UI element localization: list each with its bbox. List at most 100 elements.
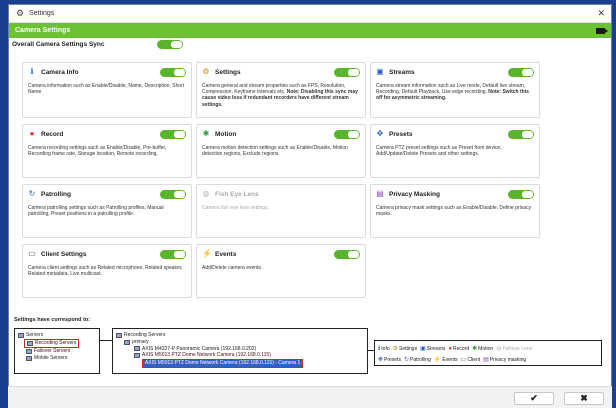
recording-servers-tree: Recording Servers primary AXIS M4327-P P… <box>112 328 368 374</box>
card-privacy-masking: ▤ Privacy Masking Camera privacy mask se… <box>370 184 540 238</box>
camera-info-toggle[interactable] <box>160 67 186 77</box>
legend-streams: ▣ Streams <box>420 345 445 353</box>
fish-eye-icon: ◍ <box>202 189 210 198</box>
legend-label: Fisheye Lens <box>502 345 533 352</box>
server-icon <box>26 356 32 361</box>
server-icon <box>27 341 33 346</box>
patrolling-toggle[interactable] <box>160 189 186 199</box>
presets-toggle[interactable] <box>508 129 534 139</box>
window-title: Settings <box>29 10 55 17</box>
events-icon: ⚡ <box>202 249 212 258</box>
card-title: Motion <box>215 130 237 138</box>
card-description: Camera privacy mask settings such as Ena… <box>376 205 532 218</box>
legend-fisheye: ◍ Fisheye Lens <box>496 345 533 353</box>
server-icon <box>26 349 32 354</box>
card-title: Streams <box>389 68 415 76</box>
card-description: Camera motion detection settings such as… <box>202 145 348 158</box>
close-icon[interactable]: ✕ <box>597 8 605 19</box>
tree-item-camera-1[interactable]: AXIS M5013 PTZ Dome Network Camera (192.… <box>116 359 364 368</box>
streams-icon: ▣ <box>376 67 384 76</box>
record-toggle[interactable] <box>160 129 186 139</box>
card-description: Camera patrolling settings such as Patro… <box>28 205 164 218</box>
legend-row: ✥ Presets ↻ Patrolling ⚡ Events ▭ Client ▤ Pr… <box>378 354 598 365</box>
legend-label: Privacy masking <box>489 356 527 363</box>
card-title: Record <box>41 130 64 138</box>
presets-icon: ✥ <box>378 357 384 363</box>
ok-button[interactable]: ✔ <box>514 392 554 405</box>
overall-sync-row: Overall Camera Settings Sync <box>12 40 183 49</box>
card-description: Camera information such as Enable/Disabl… <box>28 83 185 96</box>
card-title: Fish Eye Lens <box>215 190 259 198</box>
streams-toggle[interactable] <box>508 67 534 77</box>
card-description: Camera fish eye lens settings. <box>202 205 269 211</box>
tree-item-recording-servers-root[interactable]: Recording Servers <box>116 332 364 339</box>
motion-icon: ✱ <box>202 129 210 138</box>
settings-legend: ℹ Info ⚙ Settings ▣ Streams ● Record ✱ Motion… <box>374 340 602 366</box>
card-description: Camera recording settings such as Enable… <box>28 145 167 158</box>
privacy-mask-icon: ▤ <box>483 357 489 363</box>
card-title: Presets <box>389 130 413 138</box>
video-camera-icon <box>596 27 608 34</box>
legend-client: ▭ Client <box>461 356 481 364</box>
server-icon <box>18 333 24 338</box>
card-client-settings: ▭ Client Settings Camera client settings… <box>22 244 192 298</box>
header-title: Camera Settings <box>15 27 71 34</box>
tree-label: AXIS M4327-P Panoramic Camera (192.168.0… <box>142 345 257 352</box>
highlight-box: AXIS M5013 PTZ Dome Network Camera (192.… <box>142 359 304 368</box>
camera-icon <box>134 353 140 359</box>
legend-privacy-masking: ▤ Privacy masking <box>483 356 527 364</box>
card-title: Settings <box>215 68 241 76</box>
cancel-button[interactable]: ✖ <box>564 392 604 405</box>
card-record: ● Record Camera recording settings such … <box>22 124 192 178</box>
overall-sync-label: Overall Camera Settings Sync <box>12 41 105 48</box>
card-description: Add/Delete camera events. <box>202 265 263 271</box>
motion-toggle[interactable] <box>334 129 360 139</box>
tree-item-failover-servers[interactable]: Failover Servers <box>18 348 96 355</box>
overall-sync-toggle[interactable] <box>156 40 183 49</box>
card-streams: ▣ Streams Camera stream information such… <box>370 62 540 118</box>
patrolling-icon: ↻ <box>28 189 36 198</box>
highlight-box: Recording Servers <box>24 339 80 348</box>
gear-icon: ⚙ <box>202 67 210 76</box>
card-motion: ✱ Motion Camera motion detection setting… <box>196 124 366 178</box>
tree-item-recording-servers[interactable]: Recording Servers <box>18 339 96 348</box>
server-icon <box>124 339 130 345</box>
tree-item-servers[interactable]: Servers <box>18 332 96 339</box>
card-events: ⚡ Events Add/Delete camera events. <box>196 244 366 298</box>
card-title: Patrolling <box>41 190 71 198</box>
legend-presets: ✥ Presets <box>378 356 401 364</box>
card-title: Camera Info <box>41 68 79 76</box>
presets-icon: ✥ <box>376 129 384 138</box>
camera-icon <box>134 346 140 352</box>
gear-icon: ⚙ <box>392 346 399 352</box>
info-icon: ℹ <box>30 67 34 76</box>
events-toggle[interactable] <box>334 249 360 259</box>
card-description: Camera stream information such as Live m… <box>376 83 534 102</box>
tree-item-camera-panoramic[interactable]: AXIS M4327-P Panoramic Camera (192.168.0… <box>116 346 364 353</box>
privacy-masking-toggle[interactable] <box>508 189 534 199</box>
tree-label: Recording Servers <box>35 340 77 346</box>
legend-label: Settings <box>399 345 418 352</box>
settings-toggle[interactable] <box>334 67 360 77</box>
card-fish-eye: ◍ Fish Eye Lens Camera fish eye lens set… <box>196 184 366 238</box>
tree-label: primary <box>132 338 149 345</box>
camera-settings-header: Camera Settings <box>9 23 611 38</box>
legend-label: Events <box>442 356 458 363</box>
streams-icon: ▣ <box>420 346 426 352</box>
legend-label: Client <box>467 356 481 363</box>
client-settings-toggle[interactable] <box>160 249 186 259</box>
checkmark-icon: ✔ <box>530 393 538 403</box>
tree-label: Recording Servers <box>124 332 166 338</box>
tree-item-mobile-servers[interactable]: Mobile Servers <box>18 355 96 362</box>
card-settings: ⚙ Settings Camera general and stream pro… <box>196 62 366 118</box>
card-presets: ✥ Presets Camera PTZ preset settings suc… <box>370 124 540 178</box>
servers-tree: Servers Recording Servers Failover Serve… <box>14 328 100 374</box>
tree-item-primary[interactable]: primary <box>116 339 364 346</box>
card-description: Camera client settings such as Related m… <box>28 265 183 278</box>
legend-motion: ✱ Motion <box>472 345 493 353</box>
card-title: Privacy Masking <box>389 190 440 198</box>
legend-info: ℹ Info <box>378 345 390 353</box>
fish-eye-icon: ◍ <box>496 346 502 352</box>
tree-label: Mobile Servers <box>34 355 68 361</box>
tree-item-camera-ptz[interactable]: AXIS M5013 PTZ Dome Network Camera (192.… <box>116 352 364 359</box>
